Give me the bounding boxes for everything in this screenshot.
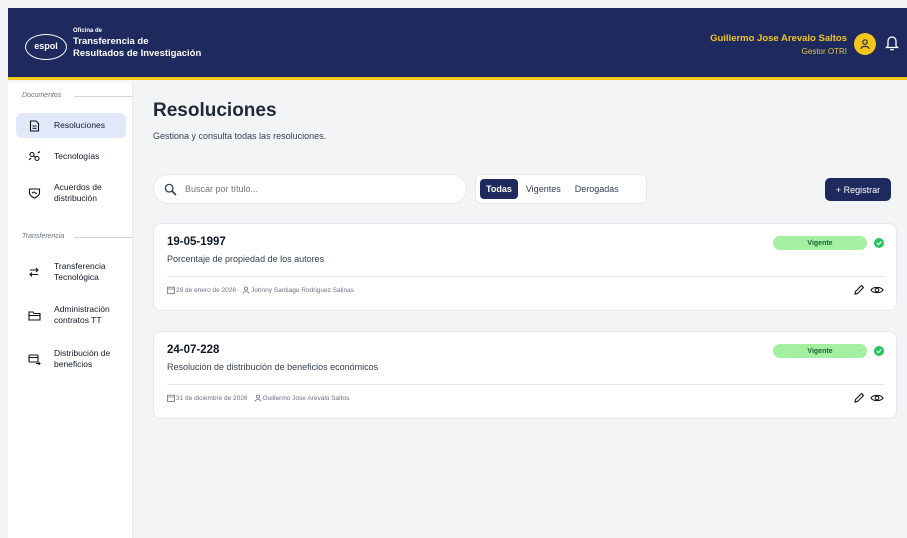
person-icon bbox=[254, 394, 262, 402]
filter-vigentes[interactable]: Vigentes bbox=[520, 179, 567, 199]
sidebar-item-transferencia-tecnologica[interactable]: Transferencia Tecnológica bbox=[16, 259, 126, 285]
sidebar-item-label: Resoluciones bbox=[54, 120, 106, 130]
check-circle-icon bbox=[874, 346, 884, 356]
status-badge: Vigente bbox=[773, 236, 867, 250]
sidebar-item-administracion-contratos[interactable]: Administración contratos TT bbox=[16, 302, 126, 328]
sidebar-item-label: Distribución de beneficios bbox=[54, 348, 111, 369]
sidebar: Documentos Resoluciones Tecnologías Acue… bbox=[8, 83, 133, 538]
bell-icon[interactable] bbox=[885, 34, 899, 52]
sidebar-item-label: Administración contratos TT bbox=[54, 304, 110, 325]
sidebar-item-label: Tecnologías bbox=[54, 150, 100, 161]
search-icon bbox=[164, 183, 177, 196]
sidebar-item-label: Transferencia Tecnológica bbox=[54, 261, 106, 282]
resolution-author: Guillermo Jose Arevalo Saltos bbox=[262, 394, 350, 402]
document-icon bbox=[26, 118, 42, 134]
user-role: Gestor OTRI bbox=[801, 47, 847, 56]
org-name-line2: Resultados de Investigación bbox=[73, 48, 202, 59]
page-subtitle: Gestiona y consulta todas las resolucion… bbox=[153, 131, 327, 141]
resolution-date: 31 de diciembre de 2026 bbox=[176, 394, 248, 402]
resolution-code: 19-05-1997 bbox=[167, 236, 226, 248]
sidebar-item-acuerdos[interactable]: Acuerdos de distribución bbox=[16, 180, 126, 206]
resolution-card[interactable]: 19-05-1997 Porcentaje de propiedad de lo… bbox=[153, 223, 897, 311]
gears-icon bbox=[26, 148, 42, 164]
resolution-date: 29 de enero de 2026 bbox=[176, 286, 236, 294]
card-meta: 31 de diciembre de 2026 Guillermo Jose A… bbox=[167, 394, 349, 402]
user-name: Guillermo Jose Arevalo Saltos bbox=[710, 33, 847, 44]
transfer-icon bbox=[26, 264, 42, 280]
card-divider bbox=[167, 276, 884, 277]
pencil-icon[interactable] bbox=[853, 284, 865, 296]
section-divider bbox=[74, 96, 132, 97]
calendar-icon bbox=[167, 394, 175, 402]
sidebar-item-tecnologias[interactable]: Tecnologías bbox=[16, 146, 126, 166]
org-prefix: Oficina de bbox=[73, 28, 103, 34]
card-meta: 29 de enero de 2026 Johnny Santiago Rodr… bbox=[167, 286, 354, 294]
page-title: Resoluciones bbox=[153, 100, 277, 121]
user-avatar[interactable] bbox=[854, 33, 876, 55]
eye-icon[interactable] bbox=[870, 285, 884, 295]
resolution-description: Resolución de distribución de beneficios… bbox=[167, 362, 379, 372]
app-header: espol Oficina de Transferencia de Result… bbox=[8, 8, 907, 80]
resolution-description: Porcentaje de propiedad de los autores bbox=[167, 254, 325, 264]
status-badge: Vigente bbox=[773, 344, 867, 358]
resolution-code: 24-07-228 bbox=[167, 344, 220, 356]
folder-icon bbox=[26, 307, 42, 323]
filter-todas[interactable]: Todas bbox=[480, 179, 518, 199]
filter-derogadas[interactable]: Derogadas bbox=[569, 179, 625, 199]
section-divider bbox=[74, 237, 132, 238]
handshake-icon bbox=[26, 185, 42, 201]
person-icon bbox=[242, 286, 250, 294]
sidebar-item-resoluciones[interactable]: Resoluciones bbox=[16, 113, 126, 138]
sidebar-item-distribucion-beneficios[interactable]: Distribución de beneficios bbox=[16, 346, 126, 372]
user-icon bbox=[860, 39, 870, 50]
status-filter-group: Todas Vigentes Derogadas bbox=[475, 174, 647, 204]
section-label-documentos: Documentos bbox=[22, 92, 62, 99]
eye-icon[interactable] bbox=[870, 393, 884, 403]
resolution-author: Johnny Santiago Rodriguez Salinas bbox=[251, 286, 354, 294]
org-name-line1: Transferencia de bbox=[73, 36, 149, 47]
section-label-transferencia: Transferencia bbox=[22, 233, 65, 240]
sidebar-item-label: Acuerdos de distribución bbox=[54, 182, 102, 203]
search-box[interactable] bbox=[153, 174, 467, 204]
resolution-card[interactable]: 24-07-228 Resolución de distribución de … bbox=[153, 331, 897, 419]
card-divider bbox=[167, 384, 884, 385]
pencil-icon[interactable] bbox=[853, 392, 865, 404]
payment-icon bbox=[26, 351, 42, 367]
search-input[interactable] bbox=[185, 184, 445, 194]
espol-logo[interactable]: espol bbox=[25, 34, 67, 60]
check-circle-icon bbox=[874, 238, 884, 248]
calendar-icon bbox=[167, 286, 175, 294]
register-button[interactable]: + Registrar bbox=[825, 178, 891, 201]
